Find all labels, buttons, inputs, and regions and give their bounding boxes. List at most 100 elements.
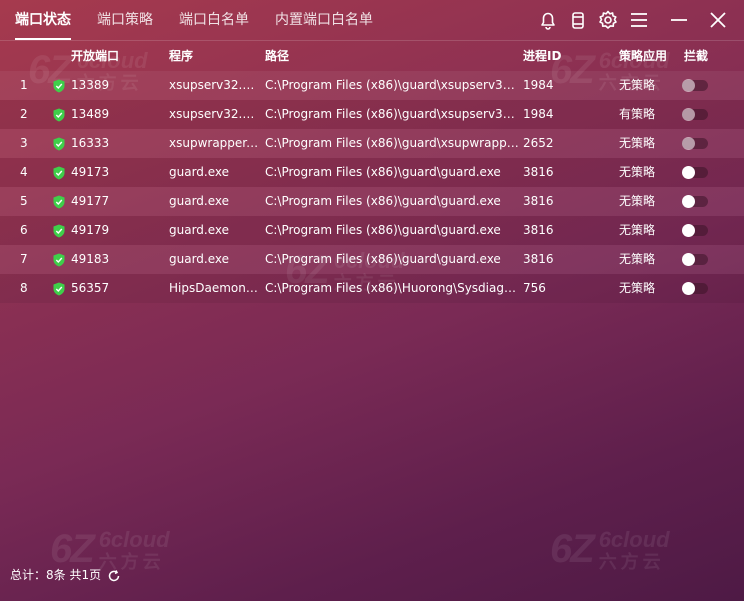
- table-row[interactable]: 2 13489 xsupserv32.exe C:\Program Files (x8…: [0, 100, 744, 129]
- program-name: xsupserv32.exe: [169, 107, 261, 121]
- row-index: 1: [20, 78, 28, 92]
- toggle-knob: [682, 166, 695, 179]
- program-path: C:\Program Files (x86)\guard\xsupserv32.…: [265, 78, 519, 92]
- shield-check-icon: [53, 108, 65, 122]
- block-toggle[interactable]: [682, 195, 708, 208]
- table-row[interactable]: 5 49177 guard.exe C:\Program Files (x86)\gu…: [0, 187, 744, 216]
- tab-port-status[interactable]: 端口状态: [15, 0, 71, 40]
- program-name: guard.exe: [169, 165, 230, 179]
- program-name: xsupserv32.exe: [169, 78, 261, 92]
- policy-status: 无策略: [619, 136, 656, 150]
- shield-check-icon: [53, 224, 65, 238]
- policy-status: 有策略: [619, 107, 656, 121]
- shield-check-icon: [53, 79, 65, 93]
- block-toggle[interactable]: [682, 253, 708, 266]
- table-footer: 总计：8条 共1页: [10, 566, 121, 584]
- toggle-knob: [682, 79, 695, 92]
- minimize-icon[interactable]: [668, 9, 690, 31]
- policy-status: 无策略: [619, 223, 656, 237]
- port-number: 13489: [71, 107, 110, 121]
- port-number: 16333: [71, 136, 110, 150]
- shield-check-icon: [53, 282, 65, 296]
- row-index: 6: [20, 223, 28, 237]
- watermark: 6Z 6cloud 六方云: [550, 527, 670, 572]
- watermark-text-cn: 六方云: [598, 551, 665, 572]
- table-row[interactable]: 7 49183 guard.exe C:\Program Files (x86)\gu…: [0, 245, 744, 274]
- process-id: 3816: [523, 223, 554, 237]
- port-status-window: 6Z 6cloud 六方云 6Z 6cloud 六方云 6Z 6cloud 六方云 6Z 6c…: [0, 0, 744, 601]
- block-toggle[interactable]: [682, 282, 708, 295]
- block-toggle[interactable]: [682, 224, 708, 237]
- program-path: C:\Program Files (x86)\guard\xsupserv32.…: [265, 107, 519, 121]
- port-table-body: 1 13389 xsupserv32.exe C:\Program Files (x8…: [0, 71, 744, 303]
- table-row[interactable]: 1 13389 xsupserv32.exe C:\Program Files (x8…: [0, 71, 744, 100]
- tab-port-whitelist[interactable]: 端口白名单: [179, 0, 249, 40]
- process-id: 2652: [523, 136, 554, 150]
- table-row[interactable]: 6 49179 guard.exe C:\Program Files (x86)\gu…: [0, 216, 744, 245]
- tab-builtin-port-whitelist[interactable]: 内置端口白名单: [275, 0, 373, 40]
- program-path: C:\Program Files (x86)\guard\guard.exe: [265, 194, 501, 208]
- shield-check-icon: [53, 166, 65, 180]
- process-id: 756: [523, 281, 546, 295]
- column-header-block[interactable]: 拦截: [684, 41, 708, 71]
- row-index: 8: [20, 281, 28, 295]
- block-toggle[interactable]: [682, 108, 708, 121]
- process-id: 1984: [523, 107, 554, 121]
- table-row[interactable]: 8 56357 HipsDaemon.… C:\Program Files (x86)…: [0, 274, 744, 303]
- program-name: guard.exe: [169, 194, 230, 208]
- table-header: 开放端口 程序 路径 进程ID 策略应用 拦截: [0, 41, 744, 71]
- program-path: C:\Program Files (x86)\Huorong\Sysdiag\b…: [265, 281, 519, 295]
- block-toggle[interactable]: [682, 79, 708, 92]
- column-header-program[interactable]: 程序: [169, 41, 193, 71]
- program-name: guard.exe: [169, 223, 230, 237]
- port-number: 56357: [71, 281, 110, 295]
- row-index: 2: [20, 107, 28, 121]
- port-number: 13389: [71, 78, 110, 92]
- column-header-policy[interactable]: 策略应用: [619, 41, 667, 71]
- program-name: guard.exe: [169, 252, 230, 266]
- row-index: 4: [20, 165, 28, 179]
- policy-status: 无策略: [619, 281, 656, 295]
- program-name: HipsDaemon.…: [169, 281, 261, 295]
- block-toggle[interactable]: [682, 166, 708, 179]
- row-index: 3: [20, 136, 28, 150]
- program-path: C:\Program Files (x86)\guard\guard.exe: [265, 252, 501, 266]
- toggle-knob: [682, 137, 695, 150]
- bell-icon[interactable]: [537, 9, 559, 31]
- port-number: 49179: [71, 223, 110, 237]
- table-row[interactable]: 3 16333 xsupwrapper.… C:\Program Files (x86…: [0, 129, 744, 158]
- menu-icon[interactable]: [628, 9, 650, 31]
- refresh-icon[interactable]: [107, 569, 121, 583]
- watermark-logo: 6Z: [550, 527, 595, 571]
- policy-status: 无策略: [619, 78, 656, 92]
- toggle-knob: [682, 253, 695, 266]
- toggle-knob: [682, 108, 695, 121]
- program-path: C:\Program Files (x86)\guard\guard.exe: [265, 223, 501, 237]
- process-id: 3816: [523, 194, 554, 208]
- gear-icon[interactable]: [597, 9, 619, 31]
- policy-status: 无策略: [619, 165, 656, 179]
- total-summary: 总计：8条 共1页: [10, 568, 102, 582]
- toggle-knob: [682, 224, 695, 237]
- port-number: 49177: [71, 194, 110, 208]
- device-icon[interactable]: [567, 9, 589, 31]
- tab-port-policy[interactable]: 端口策略: [97, 0, 153, 40]
- shield-check-icon: [53, 137, 65, 151]
- program-path: C:\Program Files (x86)\guard\guard.exe: [265, 165, 501, 179]
- row-index: 5: [20, 194, 28, 208]
- column-header-port[interactable]: 开放端口: [71, 41, 119, 71]
- column-header-path[interactable]: 路径: [265, 41, 289, 71]
- close-icon[interactable]: [707, 9, 729, 31]
- port-number: 49183: [71, 252, 110, 266]
- toggle-knob: [682, 195, 695, 208]
- watermark-text-en: 6cloud: [598, 526, 670, 552]
- shield-check-icon: [53, 253, 65, 267]
- block-toggle[interactable]: [682, 137, 708, 150]
- row-index: 7: [20, 252, 28, 266]
- toggle-knob: [682, 282, 695, 295]
- column-header-pid[interactable]: 进程ID: [523, 41, 561, 71]
- program-name: xsupwrapper.…: [169, 136, 261, 150]
- policy-status: 无策略: [619, 194, 656, 208]
- table-row[interactable]: 4 49173 guard.exe C:\Program Files (x86)\gu…: [0, 158, 744, 187]
- process-id: 3816: [523, 252, 554, 266]
